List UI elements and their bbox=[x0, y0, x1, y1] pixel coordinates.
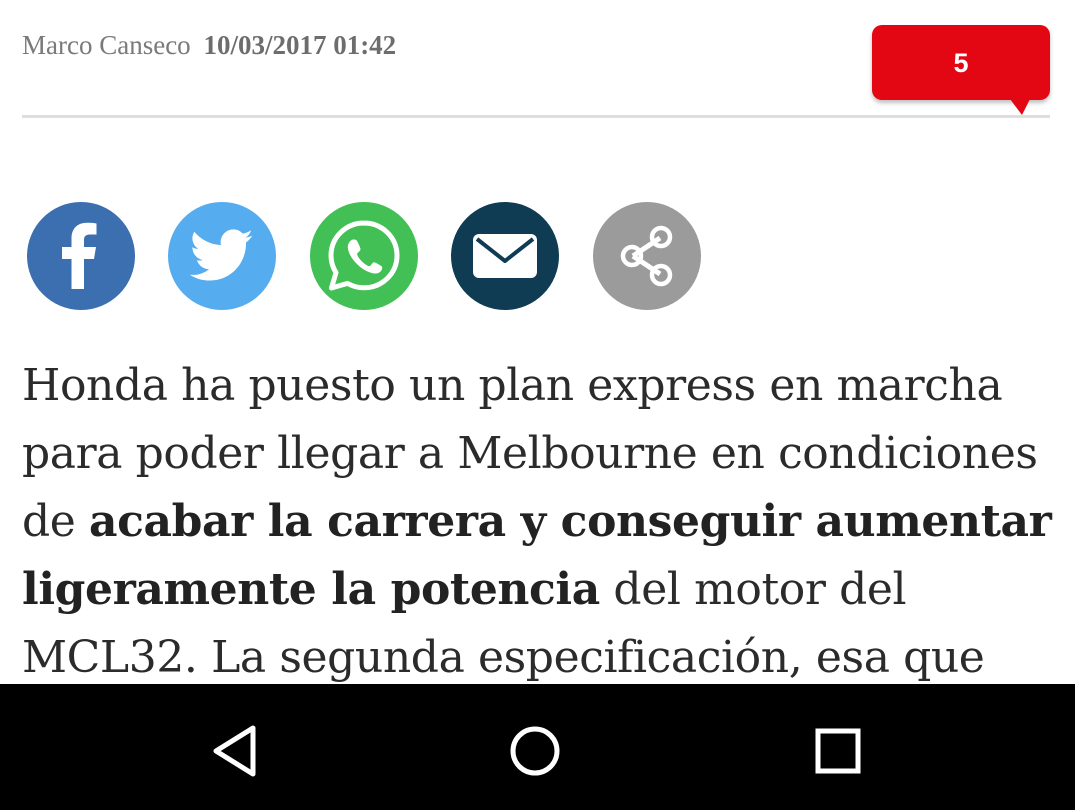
header-divider bbox=[22, 115, 1050, 118]
whatsapp-share-button[interactable] bbox=[310, 202, 418, 310]
more-share-button[interactable] bbox=[593, 202, 701, 310]
author-name[interactable]: Marco Canseco bbox=[22, 30, 191, 60]
back-button[interactable] bbox=[190, 706, 280, 796]
facebook-share-button[interactable] bbox=[27, 202, 135, 310]
twitter-share-button[interactable] bbox=[168, 202, 276, 310]
speech-bubble-tail bbox=[1010, 99, 1030, 115]
back-icon bbox=[213, 725, 256, 777]
home-icon bbox=[510, 726, 560, 776]
share-icon bbox=[620, 225, 673, 287]
comment-count: 5 bbox=[953, 48, 969, 78]
byline: Marco Canseco 10/03/2017 01:42 bbox=[22, 30, 396, 61]
article-screen: Marco Canseco 10/03/2017 01:42 5 Honda h… bbox=[0, 0, 1075, 810]
email-icon bbox=[473, 234, 537, 278]
publish-date: 10/03/2017 01:42 bbox=[203, 30, 397, 60]
recents-button[interactable] bbox=[793, 706, 883, 796]
system-navigation-bar bbox=[0, 684, 1075, 810]
email-share-button[interactable] bbox=[451, 202, 559, 310]
comments-button[interactable]: 5 bbox=[872, 25, 1050, 115]
facebook-icon bbox=[62, 222, 97, 289]
whatsapp-icon bbox=[328, 220, 400, 291]
recents-icon bbox=[815, 728, 861, 774]
home-button[interactable] bbox=[490, 706, 580, 796]
twitter-icon bbox=[190, 229, 253, 281]
